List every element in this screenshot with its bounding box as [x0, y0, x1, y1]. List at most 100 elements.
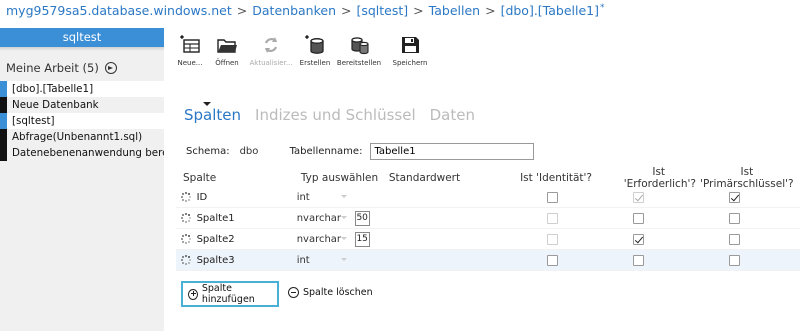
row-handle[interactable]: [176, 213, 197, 223]
table-properties: Schema: dbo Tabellenname:: [186, 143, 535, 160]
header-type: Typ auswählen: [300, 172, 379, 184]
row-handle[interactable]: [176, 192, 197, 202]
breadcrumb-separator: >: [485, 3, 496, 18]
column-type-select[interactable]: int: [297, 255, 355, 266]
column-type-select[interactable]: nvarchar: [297, 213, 355, 224]
row-handle[interactable]: [176, 255, 197, 265]
columns-grid: Spalte Typ auswählen Standardwert Ist 'I…: [176, 166, 800, 271]
table-name-label: Tabellenname:: [289, 146, 363, 157]
required-cell: [607, 191, 669, 203]
new-table-icon: [179, 32, 201, 58]
column-type-value: int: [296, 254, 310, 266]
dropdown-arrow-icon: [340, 194, 347, 198]
drag-handle-icon: [181, 192, 192, 202]
column-type-value: int: [296, 191, 310, 203]
work-item-query[interactable]: Abfrage(Unbenannt1.sql): [0, 129, 164, 145]
breadcrumb-databases[interactable]: Datenbanken: [252, 3, 336, 18]
required-checkbox[interactable]: [632, 212, 644, 224]
breadcrumb-separator: >: [236, 3, 248, 18]
unsaved-marker: *: [600, 3, 605, 13]
schema-select[interactable]: dbo: [240, 146, 280, 157]
work-item-label: [dbo].[Tabelle1]: [12, 83, 94, 95]
primary-key-checkbox[interactable]: [729, 212, 741, 224]
table-row[interactable]: Spalte2 nvarchar 15: [176, 229, 800, 250]
work-item-label: Abfrage(Unbenannt1.sql): [12, 131, 143, 143]
breadcrumb-separator: >: [341, 3, 352, 18]
tab-data[interactable]: Daten: [430, 106, 475, 124]
column-length-input[interactable]: 15: [354, 231, 370, 247]
breadcrumb-tables[interactable]: Tabellen: [429, 3, 480, 18]
column-type-select[interactable]: int: [297, 192, 355, 203]
delete-column-label: Spalte löschen: [303, 287, 373, 298]
refresh-button[interactable]: Aktualisier...: [247, 32, 295, 74]
breadcrumb-database[interactable]: [sqltest]: [356, 3, 408, 18]
refresh-label: Aktualisier...: [249, 59, 293, 67]
add-column-button[interactable]: Spalte hinzufügen: [181, 281, 279, 307]
column-name[interactable]: Spalte2: [197, 234, 297, 245]
identity-cell: [497, 191, 607, 203]
save-label: Speichern: [392, 59, 428, 67]
required-checkbox: [632, 191, 644, 203]
my-work-header[interactable]: Meine Arbeit (5): [0, 51, 164, 77]
grid-header: Spalte Typ auswählen Standardwert Ist 'I…: [176, 166, 800, 190]
column-name[interactable]: ID: [197, 192, 297, 203]
save-button[interactable]: Speichern: [386, 32, 434, 74]
table-name-input[interactable]: [370, 143, 535, 160]
work-item-label: Neue Datenbank: [12, 99, 99, 111]
new-label: Neue...: [177, 59, 203, 67]
schema-label: Schema:: [186, 146, 230, 157]
dropdown-arrow-icon: [340, 215, 347, 219]
column-length-input[interactable]: 50: [354, 210, 370, 226]
column-type-select[interactable]: nvarchar: [297, 234, 355, 245]
required-cell: [607, 212, 669, 224]
drag-handle-icon: [181, 213, 192, 223]
arrow-circle-icon[interactable]: [104, 62, 117, 74]
work-item-new-database[interactable]: Neue Datenbank: [0, 97, 164, 113]
folder-icon: [216, 32, 238, 58]
work-item-sqltest[interactable]: [sqltest]: [0, 113, 164, 129]
primary-key-cell: [669, 212, 800, 224]
create-database-icon: [304, 32, 326, 58]
primary-key-cell: [669, 191, 800, 203]
delete-column-button[interactable]: Spalte löschen: [288, 287, 373, 298]
open-label: Öffnen: [215, 59, 239, 67]
work-item-table[interactable]: [dbo].[Tabelle1]: [0, 81, 164, 97]
table-row[interactable]: Spalte3 int: [176, 250, 800, 271]
table-row[interactable]: ID int: [176, 187, 800, 208]
deploy-label: Bereitstellen: [336, 59, 382, 67]
identity-checkbox[interactable]: [546, 191, 558, 203]
required-cell: [607, 254, 669, 266]
primary-key-checkbox[interactable]: [729, 254, 741, 266]
create-button[interactable]: Erstellen: [298, 32, 332, 74]
primary-key-cell: [669, 233, 800, 245]
tab-indexes-keys[interactable]: Indizes und Schlüssel: [255, 106, 416, 124]
required-checkbox[interactable]: [632, 254, 644, 266]
breadcrumb-separator: >: [413, 3, 424, 18]
table-row[interactable]: Spalte1 nvarchar 50: [176, 208, 800, 229]
primary-key-checkbox[interactable]: [729, 233, 741, 245]
open-button[interactable]: Öffnen: [210, 32, 244, 74]
work-item-deploy[interactable]: Datenebenenanwendung bereitstellen: [0, 145, 164, 161]
floppy-disk-icon: [399, 32, 421, 58]
identity-checkbox[interactable]: [546, 254, 558, 266]
drag-handle-icon: [181, 234, 192, 244]
column-name[interactable]: Spalte1: [197, 213, 297, 224]
row-handle[interactable]: [176, 234, 197, 244]
work-item-label: [sqltest]: [12, 115, 55, 127]
breadcrumb-server[interactable]: myg9579sa5.database.windows.net: [6, 3, 232, 18]
identity-checkbox: [546, 233, 558, 245]
sidebar: sqltest Meine Arbeit (5) [dbo].[Tabelle1…: [0, 28, 164, 331]
dropdown-arrow-icon: [340, 257, 347, 261]
new-button[interactable]: Neue...: [173, 32, 207, 74]
deploy-button[interactable]: Bereitstellen: [335, 32, 383, 74]
deploy-database-icon: [348, 32, 370, 58]
primary-key-checkbox[interactable]: [729, 191, 741, 203]
required-checkbox[interactable]: [632, 233, 644, 245]
tab-columns[interactable]: Spalten: [184, 106, 241, 124]
column-name[interactable]: Spalte3: [197, 255, 297, 266]
identity-cell: [497, 254, 607, 266]
add-column-label: Spalte hinzufügen: [201, 283, 255, 305]
database-tab[interactable]: sqltest: [0, 28, 164, 47]
work-item-label: Datenebenenanwendung bereitstellen: [12, 147, 164, 159]
breadcrumb-table[interactable]: [dbo].[Tabelle1]: [501, 3, 599, 18]
